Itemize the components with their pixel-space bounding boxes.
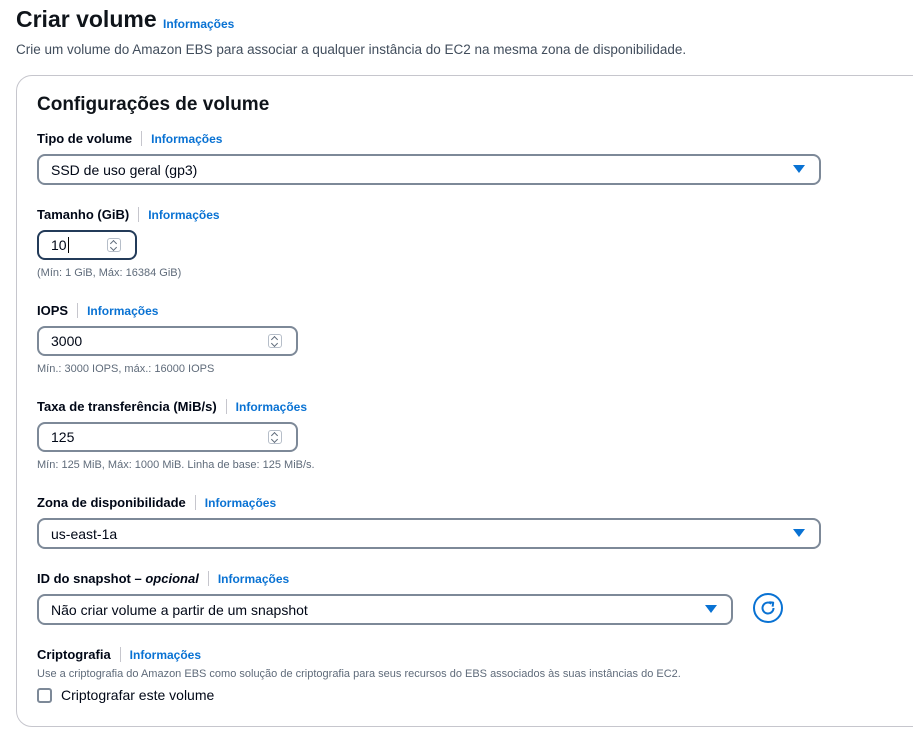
- snapshot-info-link[interactable]: Informações: [218, 572, 289, 586]
- encryption-description: Use a criptografia do Amazon EBS como so…: [37, 668, 681, 680]
- encryption-info-link[interactable]: Informações: [130, 648, 201, 662]
- iops-value: 3000: [51, 333, 83, 349]
- snapshot-select[interactable]: Não criar volume a partir de um snapshot: [37, 594, 733, 625]
- divider: [194, 495, 196, 510]
- text-cursor: [67, 237, 69, 253]
- volume-type-value: SSD de uso geral (gp3): [51, 161, 198, 178]
- iops-hint: Mín.: 3000 IOPS, máx.: 16000 IOPS: [37, 363, 215, 375]
- throughput-input[interactable]: 125: [37, 422, 298, 452]
- availability-zone-select[interactable]: us-east-1a: [37, 518, 821, 549]
- spinner-icon[interactable]: [268, 334, 282, 348]
- volume-type-info-link[interactable]: Informações: [151, 132, 222, 146]
- snapshot-value: Não criar volume a partir de um snapshot: [51, 601, 308, 618]
- spinner-icon[interactable]: [268, 430, 282, 444]
- size-label-text: Tamanho (GiB): [37, 207, 130, 222]
- page-title: Criar volume: [16, 6, 157, 32]
- snapshot-label-text: ID do snapshot: [37, 571, 131, 586]
- divider: [207, 571, 209, 586]
- refresh-icon: [761, 601, 775, 615]
- snapshot-label-dash: –: [130, 571, 146, 586]
- size-label: Tamanho (GiB) Informações: [37, 207, 220, 222]
- encryption-label-text: Criptografia: [37, 647, 111, 662]
- iops-label-text: IOPS: [37, 303, 69, 318]
- iops-label: IOPS Informações: [37, 303, 158, 318]
- encrypt-volume-label[interactable]: Criptografar este volume: [61, 687, 214, 703]
- throughput-label-text: Taxa de transferência (MiB/s): [37, 399, 217, 414]
- caret-down-icon: [705, 605, 717, 613]
- divider: [225, 399, 227, 414]
- page-description: Crie um volume do Amazon EBS para associ…: [16, 42, 687, 57]
- divider: [77, 303, 79, 318]
- availability-zone-info-link[interactable]: Informações: [205, 496, 276, 510]
- divider: [141, 131, 143, 146]
- availability-zone-label: Zona de disponibilidade Informações: [37, 495, 276, 510]
- refresh-snapshots-button[interactable]: [753, 593, 783, 623]
- size-value: 10: [51, 237, 67, 253]
- iops-input[interactable]: 3000: [37, 326, 298, 356]
- volume-type-label-text: Tipo de volume: [37, 131, 133, 146]
- availability-zone-label-text: Zona de disponibilidade: [37, 495, 186, 510]
- panel-title: Configurações de volume: [37, 94, 270, 115]
- encrypt-volume-checkbox[interactable]: [37, 688, 52, 703]
- size-hint: (Mín: 1 GiB, Máx: 16384 GiB): [37, 267, 182, 279]
- throughput-info-link[interactable]: Informações: [236, 400, 307, 414]
- throughput-value: 125: [51, 429, 75, 445]
- caret-down-icon: [793, 529, 805, 537]
- snapshot-optional-text: opcional: [145, 571, 199, 586]
- volume-type-select[interactable]: SSD de uso geral (gp3): [37, 154, 821, 185]
- size-input[interactable]: 10: [37, 230, 137, 260]
- size-info-link[interactable]: Informações: [148, 208, 219, 222]
- throughput-label: Taxa de transferência (MiB/s) Informaçõe…: [37, 399, 307, 414]
- throughput-hint: Mín: 125 MiB, Máx: 1000 MiB. Linha de ba…: [37, 459, 315, 471]
- header-info-link[interactable]: Informações: [163, 17, 234, 31]
- spinner-icon[interactable]: [107, 238, 121, 252]
- volume-type-label: Tipo de volume Informações: [37, 131, 222, 146]
- caret-down-icon: [793, 165, 805, 173]
- iops-info-link[interactable]: Informações: [87, 304, 158, 318]
- snapshot-label: ID do snapshot – opcional Informações: [37, 571, 289, 586]
- availability-zone-value: us-east-1a: [51, 525, 118, 542]
- divider: [138, 207, 140, 222]
- encryption-label: Criptografia Informações: [37, 647, 201, 662]
- divider: [119, 647, 121, 662]
